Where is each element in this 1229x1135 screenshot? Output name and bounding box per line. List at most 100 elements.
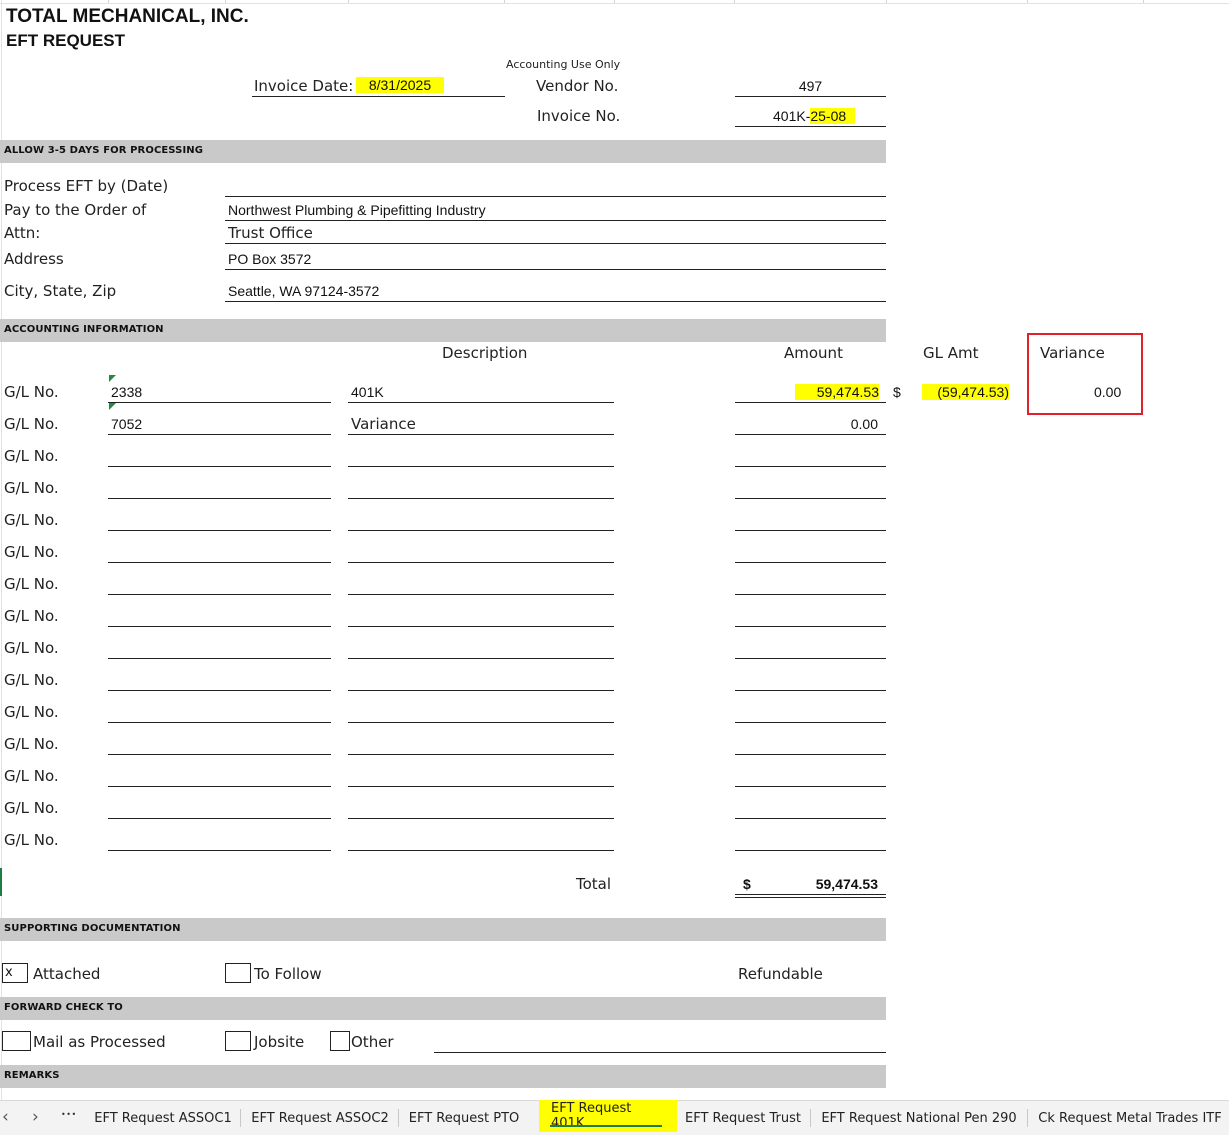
- attached-check-mark: x: [5, 965, 13, 980]
- gl-no-label: G/L No.: [4, 575, 59, 593]
- gl-number-cell[interactable]: [108, 626, 331, 627]
- attached-checkbox[interactable]: x: [2, 963, 28, 983]
- to-follow-checkbox[interactable]: [225, 963, 251, 983]
- amount-cell[interactable]: [735, 818, 886, 819]
- tab-more-icon[interactable]: •••: [61, 1110, 77, 1119]
- jobsite-checkbox[interactable]: [225, 1031, 251, 1051]
- gl-number-cell[interactable]: [108, 562, 331, 563]
- gl-no-label: G/L No.: [4, 415, 59, 433]
- comment-indicator-icon: [109, 403, 116, 410]
- invoice-date-value[interactable]: 8/31/2025: [356, 77, 444, 93]
- gl-number-cell[interactable]: [108, 466, 331, 467]
- description-cell[interactable]: [348, 818, 614, 819]
- sheet-tab-active-label: EFT Request 401K: [539, 1100, 677, 1132]
- description-cell[interactable]: Variance: [351, 415, 416, 433]
- company-name: TOTAL MECHANICAL, INC.: [6, 6, 249, 27]
- gl-number-cell[interactable]: [108, 690, 331, 691]
- sheet-tab-bar: ‹ › ••• EFT Request ASSOC1 EFT Request A…: [0, 1100, 1229, 1135]
- total-value: 59,474.53: [815, 876, 878, 892]
- variance-cell[interactable]: 0.00: [1094, 384, 1121, 400]
- description-cell[interactable]: [348, 562, 614, 563]
- tab-scroll-left-icon[interactable]: ‹: [2, 1107, 9, 1127]
- refundable-label: Refundable: [738, 965, 823, 983]
- invoice-no-suffix: 25-08: [810, 108, 856, 124]
- description-cell[interactable]: [348, 626, 614, 627]
- address-label: Address: [4, 250, 64, 268]
- amount-cell[interactable]: [735, 626, 886, 627]
- sheet-tab[interactable]: EFT Request National Pen 290: [815, 1101, 1023, 1135]
- amount-cell[interactable]: [735, 786, 886, 787]
- amount-cell[interactable]: [735, 850, 886, 851]
- gl-no-label: G/L No.: [4, 671, 59, 689]
- comment-indicator-icon: [109, 375, 116, 382]
- amount-cell[interactable]: [735, 530, 886, 531]
- gl-number-cell[interactable]: [108, 786, 331, 787]
- description-cell[interactable]: [348, 754, 614, 755]
- attn-label: Attn:: [4, 224, 41, 242]
- invoice-date-label: Invoice Date:: [254, 77, 354, 95]
- gl-amt-cell[interactable]: (59,474.53): [922, 384, 1009, 400]
- gl-number-cell[interactable]: [108, 594, 331, 595]
- gl-number-cell[interactable]: [108, 498, 331, 499]
- sheet-tab[interactable]: Ck Request Metal Trades ITF: [1031, 1101, 1229, 1135]
- amount-cell[interactable]: [735, 722, 886, 723]
- jobsite-label: Jobsite: [254, 1033, 305, 1051]
- form-title: EFT REQUEST: [6, 31, 126, 50]
- address-value[interactable]: PO Box 3572: [228, 251, 311, 267]
- gl-number-cell[interactable]: [108, 530, 331, 531]
- amount-cell[interactable]: [735, 754, 886, 755]
- gl-number-cell[interactable]: 7052: [111, 416, 142, 432]
- amount-cell[interactable]: [735, 498, 886, 499]
- gl-number-cell[interactable]: [108, 850, 331, 851]
- gl-number-cell[interactable]: [108, 754, 331, 755]
- amount-cell[interactable]: [735, 690, 886, 691]
- section-supporting: SUPPORTING DOCUMENTATION: [0, 918, 886, 941]
- sheet-tab[interactable]: EFT Request Trust: [679, 1101, 807, 1135]
- col-amount-header: Amount: [784, 344, 843, 362]
- gl-no-label: G/L No.: [4, 447, 59, 465]
- description-cell[interactable]: 401K: [351, 384, 384, 400]
- description-cell[interactable]: [348, 658, 614, 659]
- mail-as-processed-label: Mail as Processed: [33, 1033, 166, 1051]
- description-cell[interactable]: [348, 690, 614, 691]
- invoice-no-value[interactable]: 401K-25-08: [773, 108, 856, 124]
- gl-number-cell[interactable]: [108, 818, 331, 819]
- description-cell[interactable]: [348, 786, 614, 787]
- amount-cell[interactable]: [735, 562, 886, 563]
- gl-number-cell[interactable]: 2338: [111, 384, 142, 400]
- description-cell[interactable]: [348, 850, 614, 851]
- col-description-header: Description: [442, 344, 528, 362]
- pay-to-value[interactable]: Northwest Plumbing & Pipefitting Industr…: [228, 202, 486, 218]
- gl-number-cell[interactable]: [108, 658, 331, 659]
- amount-cell[interactable]: [735, 466, 886, 467]
- description-cell[interactable]: [348, 594, 614, 595]
- amount-cell[interactable]: 0.00: [735, 416, 878, 432]
- attached-label: Attached: [33, 965, 101, 983]
- amount-cell[interactable]: [735, 594, 886, 595]
- sheet-tab[interactable]: EFT Request ASSOC1: [88, 1101, 238, 1135]
- amount-cell[interactable]: [735, 658, 886, 659]
- other-field[interactable]: [434, 1052, 886, 1053]
- vendor-no-value[interactable]: 497: [735, 78, 886, 94]
- attn-value[interactable]: Trust Office: [228, 224, 313, 242]
- city-state-zip-value[interactable]: Seattle, WA 97124-3572: [228, 283, 379, 299]
- tab-scroll-right-icon[interactable]: ›: [32, 1107, 39, 1127]
- amount-cell[interactable]: 59,474.53: [795, 384, 879, 400]
- gl-number-cell[interactable]: [108, 722, 331, 723]
- sheet-tab[interactable]: EFT Request ASSOC2: [244, 1101, 396, 1135]
- sheet-tab[interactable]: EFT Request PTO: [402, 1101, 526, 1135]
- gl-no-label: G/L No.: [4, 767, 59, 785]
- description-cell[interactable]: [348, 498, 614, 499]
- description-cell[interactable]: [348, 466, 614, 467]
- gl-no-label: G/L No.: [4, 479, 59, 497]
- process-eft-field[interactable]: [225, 196, 886, 197]
- mail-as-processed-checkbox[interactable]: [2, 1031, 31, 1051]
- gl-no-label: G/L No.: [4, 703, 59, 721]
- variance-highlight-box: [1027, 333, 1143, 415]
- description-cell[interactable]: [348, 530, 614, 531]
- other-checkbox[interactable]: [330, 1031, 350, 1051]
- gl-no-label: G/L No.: [4, 735, 59, 753]
- description-cell[interactable]: [348, 722, 614, 723]
- gl-no-label: G/L No.: [4, 383, 59, 401]
- section-remarks: REMARKS: [0, 1065, 886, 1088]
